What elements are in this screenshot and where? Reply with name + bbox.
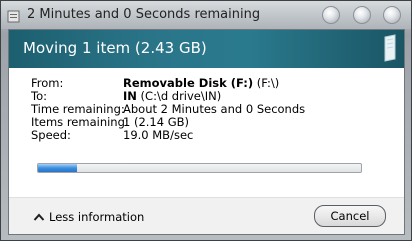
to-label: To:: [31, 89, 47, 103]
speed-value: 19.0 MB/sec: [123, 128, 194, 142]
time-row: Time remaining: About 2 Minutes and 0 Se…: [31, 102, 391, 116]
less-information-label: Less information: [49, 210, 145, 224]
from-value[interactable]: Removable Disk (F:) (F:\): [123, 76, 279, 90]
progress-fill: [38, 164, 77, 172]
to-bold: IN: [123, 89, 137, 103]
dialog-content: Moving 1 item (2.43 GB) From: Removable …: [8, 29, 405, 235]
time-value: About 2 Minutes and 0 Seconds: [123, 102, 306, 116]
document-icon: [382, 34, 398, 62]
title-bar[interactable]: 2 Minutes and 0 Seconds remaining: [1, 1, 411, 29]
items-row: Items remaining: 1 (2.14 GB): [31, 115, 391, 129]
from-label: From:: [31, 76, 64, 90]
from-row: From: Removable Disk (F:) (F:\): [31, 76, 391, 90]
dialog-footer: Less information Cancel: [9, 197, 404, 234]
items-value: 1 (2.14 GB): [123, 115, 190, 129]
to-row: To: IN (C:\d drive\IN): [31, 89, 391, 103]
to-value[interactable]: IN (C:\d drive\IN): [123, 89, 221, 103]
transfer-details: From: Removable Disk (F:) (F:\) To: IN (…: [31, 76, 391, 142]
cancel-button[interactable]: Cancel: [314, 205, 386, 227]
file-operation-dialog: 2 Minutes and 0 Seconds remaining Moving…: [0, 0, 412, 241]
operation-title: Moving 1 item (2.43 GB): [23, 39, 207, 57]
items-label: Items remaining:: [31, 115, 129, 129]
time-label: Time remaining:: [31, 102, 125, 116]
from-rest: (F:\): [253, 76, 280, 90]
window-title: 2 Minutes and 0 Seconds remaining: [27, 7, 261, 22]
close-icon[interactable]: [383, 6, 401, 24]
maximize-icon[interactable]: [353, 6, 371, 24]
minimize-icon[interactable]: [322, 6, 340, 24]
from-bold: Removable Disk (F:): [123, 76, 254, 90]
progress-bar: [37, 163, 362, 173]
chevron-up-icon: [33, 211, 45, 221]
speed-row: Speed: 19.0 MB/sec: [31, 128, 391, 142]
less-information-toggle[interactable]: Less information: [33, 210, 144, 224]
to-rest: (C:\d drive\IN): [136, 89, 222, 103]
speed-label: Speed:: [31, 128, 71, 142]
copy-progress-icon: [7, 8, 20, 23]
dialog-header: Moving 1 item (2.43 GB): [9, 30, 404, 68]
